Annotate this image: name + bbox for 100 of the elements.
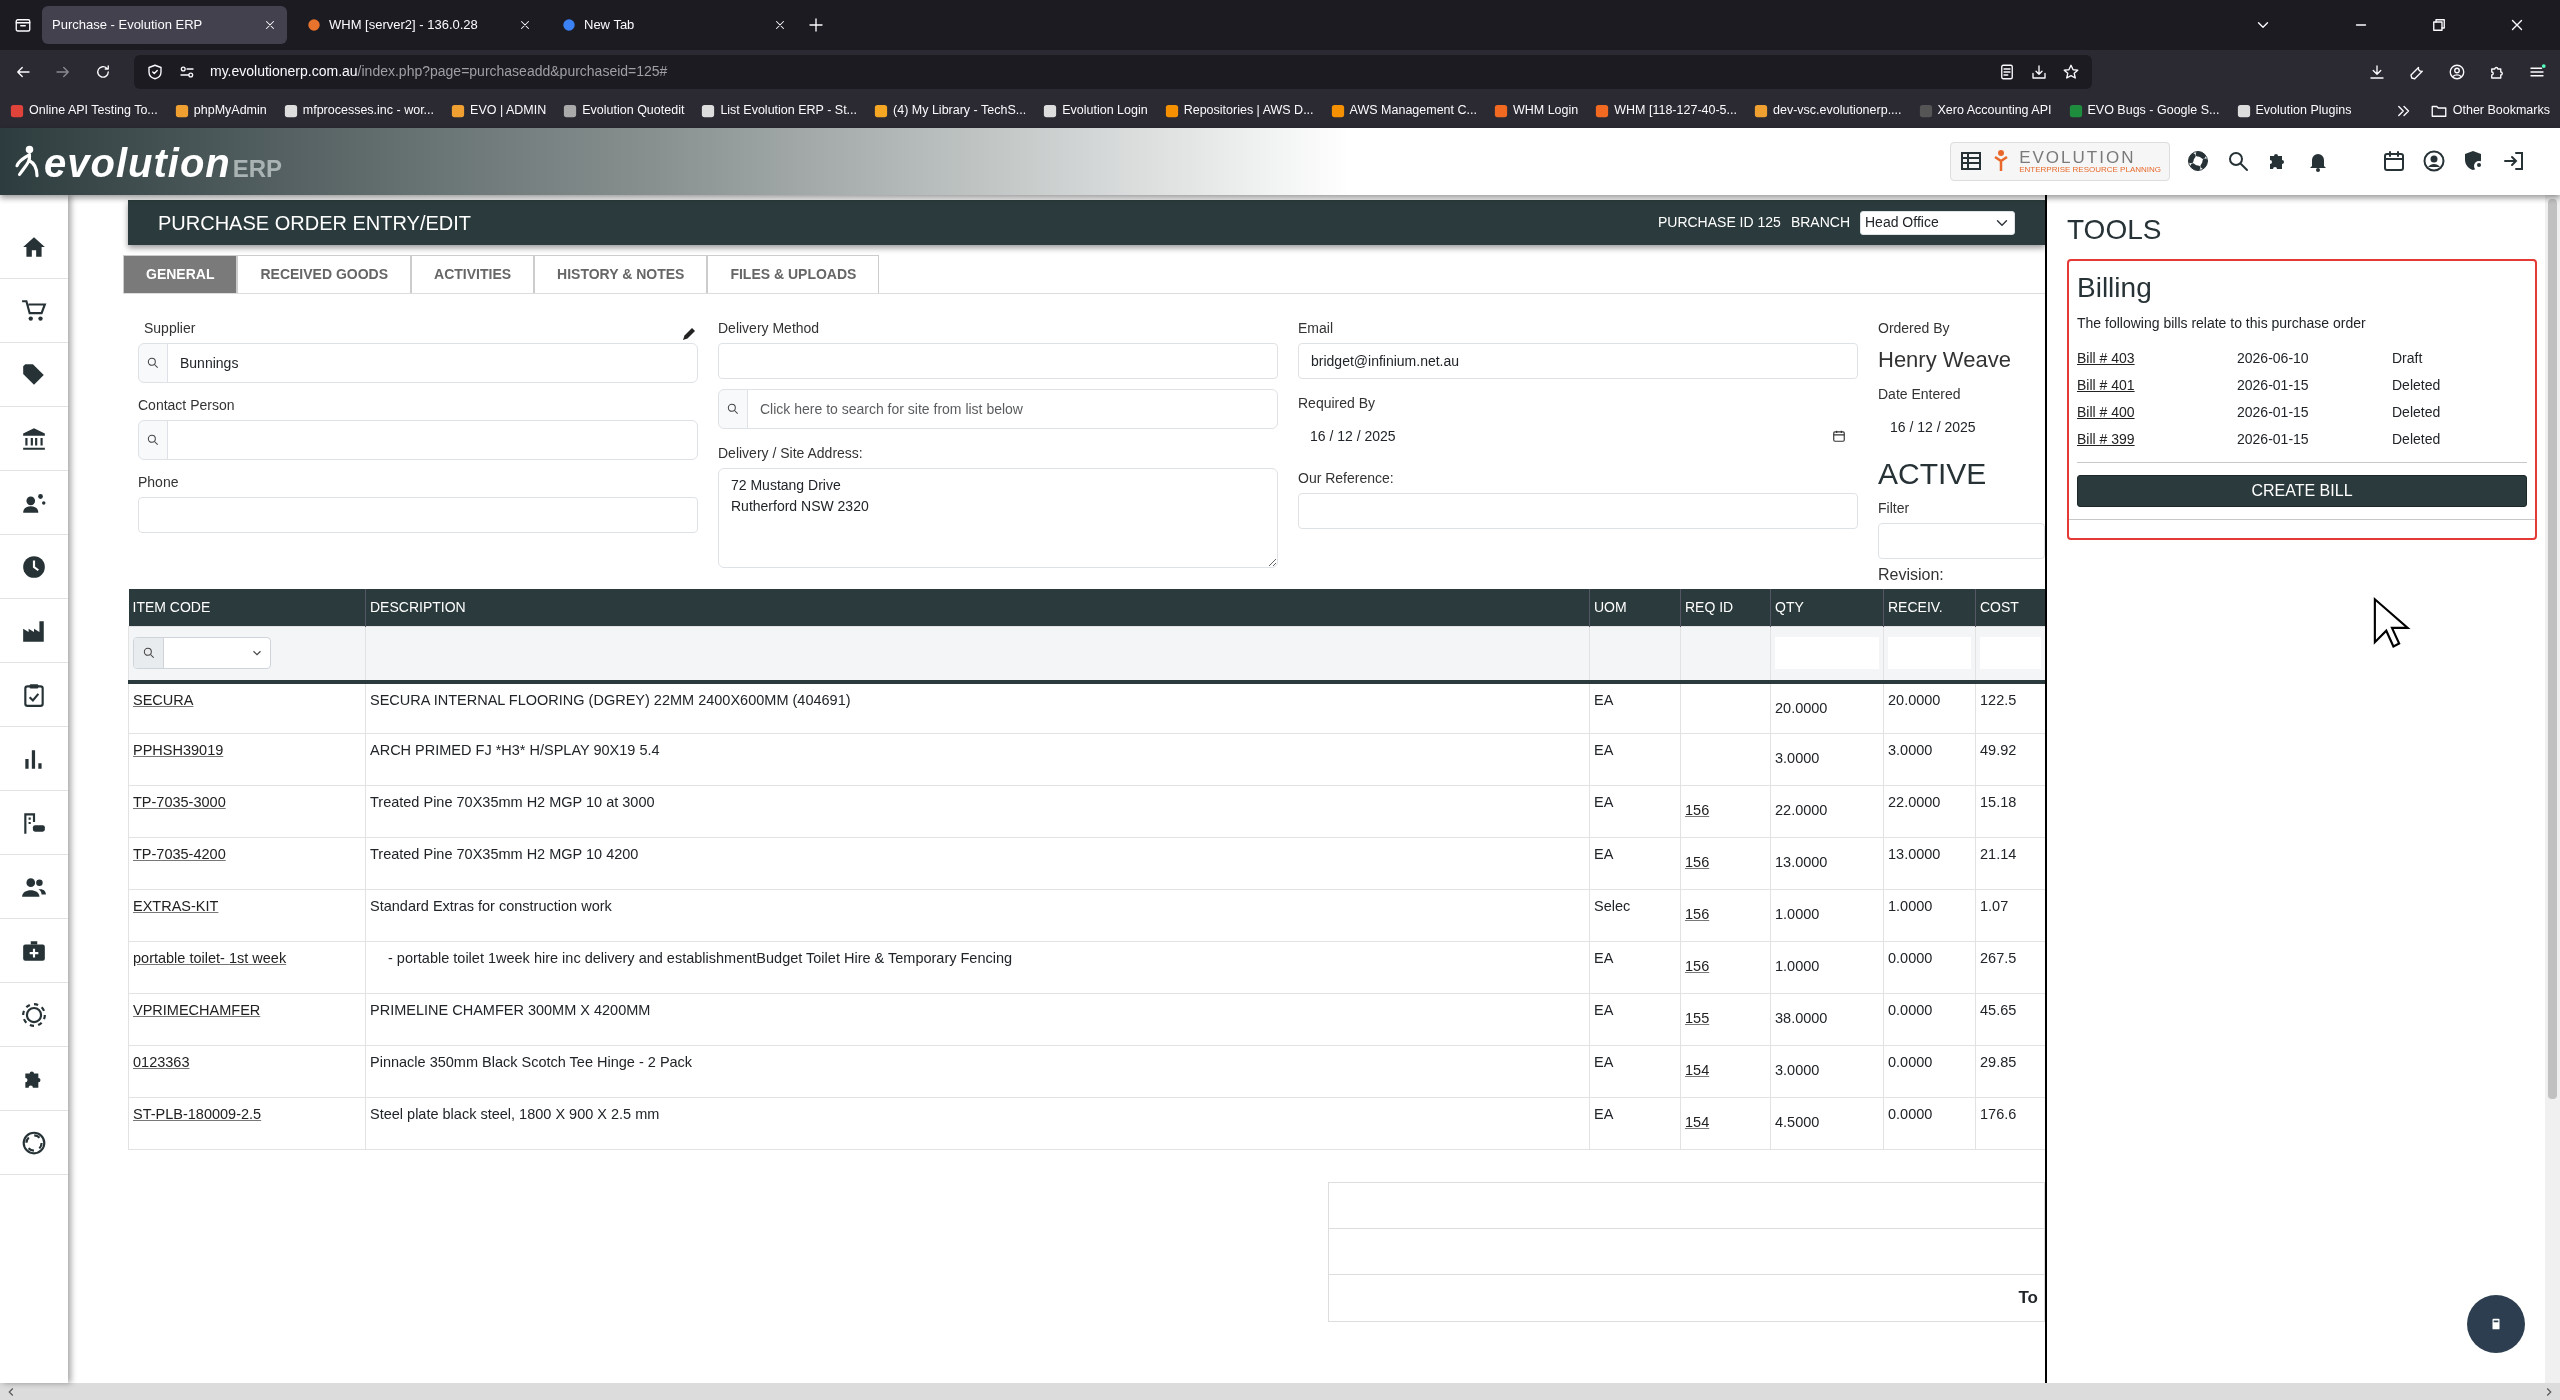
tab-list-icon[interactable] <box>14 16 32 34</box>
lifebuoy-icon[interactable] <box>2186 149 2210 174</box>
calendar-icon[interactable] <box>2382 149 2406 174</box>
request-link[interactable]: 156 <box>1685 906 1710 922</box>
item-code-link[interactable]: TP-7035-4200 <box>133 846 226 862</box>
delivery-method-field[interactable] <box>718 343 1278 379</box>
bookmark-link[interactable]: WHM [118-127-40-5... <box>1614 101 1737 120</box>
browser-tab[interactable]: WHM [server2] - 136.0.28 <box>297 6 542 44</box>
bill-link[interactable]: Bill # 399 <box>2077 431 2135 447</box>
phone-field[interactable] <box>138 497 698 533</box>
clipboard-check-icon[interactable] <box>21 681 47 708</box>
bookmark-link[interactable]: mfprocesses.inc - wor... <box>302 101 435 120</box>
lifebuoy-icon[interactable] <box>21 1129 47 1156</box>
filter-field[interactable] <box>1878 523 2045 559</box>
item-code-link[interactable]: PPHSH39019 <box>133 742 224 758</box>
bookmark-link[interactable]: Repositories | AWS D... <box>1183 101 1314 120</box>
table-cell: 4.5000 <box>1775 1114 1820 1130</box>
bookmark-link[interactable]: List Evolution ERP - St... <box>720 101 858 120</box>
bookmark-folder[interactable]: Other Bookmarks <box>2452 101 2550 120</box>
table-cell: Selec <box>1594 898 1631 914</box>
item-code-link[interactable]: ST-PLB-180009-2.5 <box>133 1106 262 1122</box>
account-icon[interactable] <box>2448 62 2466 81</box>
purchase-id: PURCHASE ID 125 <box>1657 213 1781 232</box>
table-cell: EA <box>1594 846 1614 862</box>
tab[interactable]: FILES & UPLOADS <box>707 255 880 293</box>
save-page-icon[interactable] <box>2030 62 2048 81</box>
browser-tab[interactable]: Purchase - Evolution ERP <box>42 6 287 44</box>
table-cell: 45.65 <box>1980 1002 2017 1018</box>
table-cell: 20.0000 <box>1775 699 1828 716</box>
create-bill-button[interactable]: CREATE BILL <box>2077 475 2527 507</box>
bookmark-link[interactable]: phpMyAdmin <box>193 101 267 120</box>
bill-link[interactable]: Bill # 403 <box>2077 350 2135 366</box>
item-code-link[interactable]: EXTRAS-KIT <box>133 898 219 914</box>
tab[interactable]: HISTORY & NOTES <box>534 255 708 293</box>
reference-field[interactable] <box>1298 493 1858 529</box>
bookmark-link[interactable]: dev-vsc.evolutionerp.... <box>1773 101 1902 120</box>
browser-tab[interactable]: New Tab <box>552 6 797 44</box>
contact-person-field[interactable] <box>167 420 698 460</box>
delivery-address-field[interactable]: 72 Mustang Drive Rutherford NSW 2320 <box>718 468 1278 568</box>
item-description: Steel plate black steel, 1800 X 900 X 2.5 mm <box>370 1106 660 1122</box>
tab[interactable]: RECEIVED GOODS <box>237 255 412 293</box>
bill-link[interactable]: Bill # 401 <box>2077 377 2135 393</box>
bookmark-link[interactable]: Online API Testing To... <box>29 101 158 120</box>
bank-icon[interactable] <box>21 425 47 452</box>
star-icon[interactable] <box>2062 62 2080 81</box>
table-cell: 1.0000 <box>1888 898 1933 914</box>
tab[interactable]: GENERAL <box>123 255 238 293</box>
scrollbar-thumb[interactable] <box>2548 199 2557 1099</box>
item-code-link[interactable]: VPRIMECHAMFER <box>133 1002 261 1018</box>
email-field[interactable]: bridget@infinium.net.au <box>1298 343 1858 379</box>
request-link[interactable]: 154 <box>1685 1114 1710 1130</box>
item-code-link[interactable]: SECURA <box>133 691 194 708</box>
close-icon[interactable] <box>518 18 532 32</box>
bill-link[interactable]: Bill # 400 <box>2077 404 2135 420</box>
bookmark-link[interactable]: AWS Management C... <box>1349 101 1477 120</box>
bill-date: 2026-06-10 <box>2237 349 2310 368</box>
column-header: ITEM CODE <box>128 589 366 627</box>
bookmark-link[interactable]: Evolution Quotedit <box>582 101 685 120</box>
bookmark-link[interactable]: WHM Login <box>1512 101 1579 120</box>
download-icon[interactable] <box>2368 62 2386 81</box>
cart-icon[interactable] <box>21 297 47 324</box>
status-heading: ACTIVE <box>1878 456 1988 492</box>
request-link[interactable]: 156 <box>1685 854 1710 870</box>
brand-badge[interactable]: EVOLUTION ENTERPRISE RESOURCE PLANNING <box>1950 141 2170 182</box>
bookmark-link[interactable]: Evolution Plugins <box>2255 101 2352 120</box>
item-code-link[interactable]: TP-7035-3000 <box>133 794 226 810</box>
supplier-field[interactable]: Bunnings <box>167 343 698 383</box>
favicon-icon <box>1493 103 1508 118</box>
bookmark-link[interactable]: (4) My Library - TechS... <box>893 101 1027 120</box>
search-icon[interactable] <box>2226 149 2250 174</box>
new-tab-icon[interactable] <box>807 16 825 34</box>
site-search-field[interactable]: Click here to search for site from list below <box>747 389 1278 429</box>
item-code-link[interactable]: portable toilet- 1st week <box>133 950 287 966</box>
calculator-button[interactable] <box>2467 1295 2525 1353</box>
favicon-icon <box>1043 103 1058 118</box>
branch-select[interactable]: Head Office <box>1860 210 2015 235</box>
clock-icon[interactable] <box>21 553 47 580</box>
field-label: Supplier <box>144 319 196 338</box>
reader-view-icon[interactable] <box>1998 62 2016 81</box>
close-icon[interactable] <box>263 18 277 32</box>
tab[interactable]: ACTIVITIES <box>411 255 535 293</box>
request-link[interactable]: 155 <box>1685 1010 1710 1026</box>
user-circle-icon[interactable] <box>2422 149 2446 174</box>
reload-icon[interactable] <box>94 62 112 81</box>
request-link[interactable]: 156 <box>1685 802 1710 818</box>
bookmark-link[interactable]: Xero Accounting API <box>1937 101 2052 120</box>
request-link[interactable]: 154 <box>1685 1062 1710 1078</box>
shield-icon[interactable] <box>146 62 164 81</box>
column-header: RECEIV. <box>1883 589 1976 627</box>
bookmark-link[interactable]: EVO Bugs - Google S... <box>2087 101 2220 120</box>
bookmark-link[interactable]: EVO | ADMIN <box>470 101 547 120</box>
calendar-icon[interactable] <box>1832 429 1846 443</box>
address-bar[interactable]: my.evolutionerp.com.au/index.php?page=purchaseadd&purchaseid=125# <box>134 54 2092 89</box>
favicon-icon <box>562 18 576 32</box>
close-icon[interactable] <box>773 18 787 32</box>
bookmark-link[interactable]: Evolution Login <box>1062 101 1148 120</box>
item-code-link[interactable]: 0123363 <box>133 1054 190 1070</box>
bill-status: Deleted <box>2392 430 2442 449</box>
request-link[interactable]: 156 <box>1685 958 1710 974</box>
restore-icon[interactable] <box>2430 16 2448 34</box>
